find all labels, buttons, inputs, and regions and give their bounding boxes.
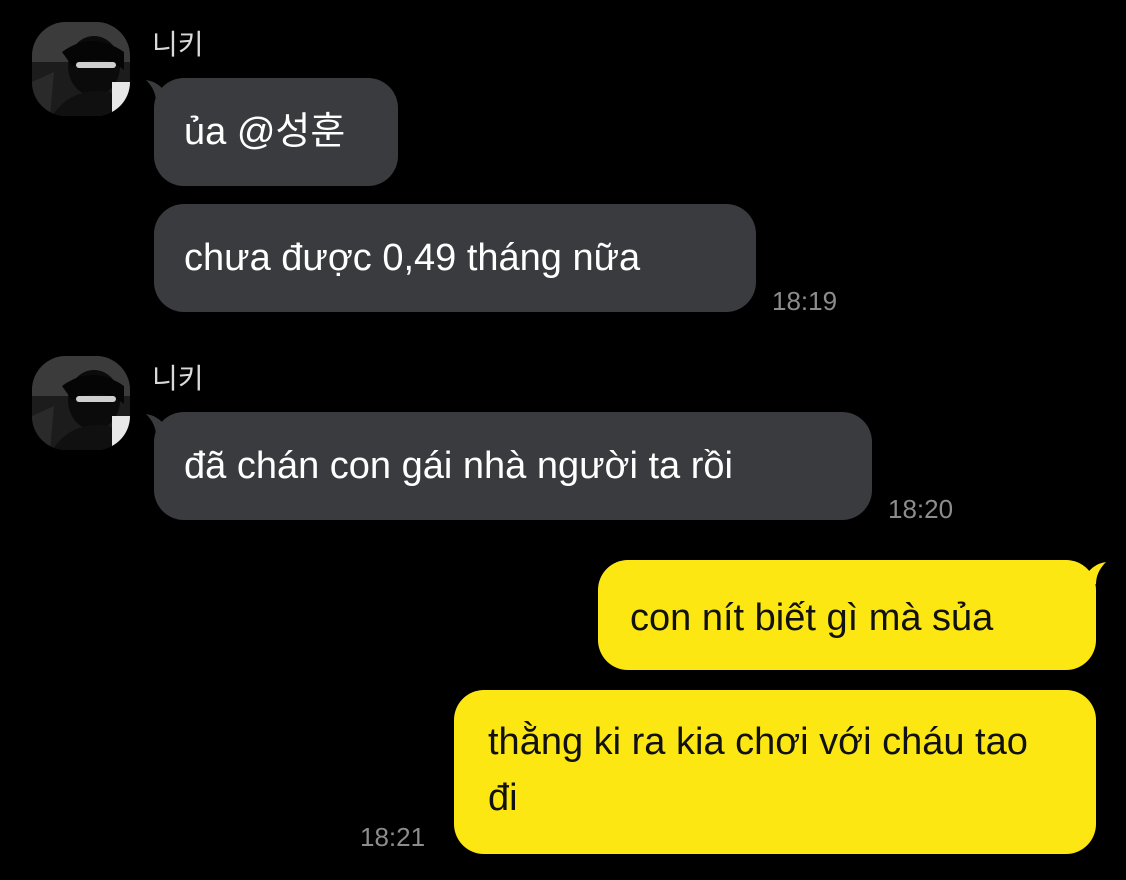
message-timestamp: 18:19 <box>772 286 838 316</box>
message-timestamp: 18:21 <box>360 822 426 852</box>
avatar[interactable] <box>32 22 130 116</box>
profile-photo-avatar <box>32 22 130 116</box>
message-bubble[interactable]: ủa @성훈 <box>154 78 398 186</box>
sender-name: 니키 <box>152 363 204 394</box>
sender-name: 니키 <box>152 29 204 60</box>
profile-photo-avatar <box>32 356 130 450</box>
message-bubble[interactable]: chưa được 0,49 tháng nữa <box>154 204 756 312</box>
message-timestamp: 18:20 <box>888 494 954 524</box>
avatar[interactable] <box>32 356 130 450</box>
message-bubble[interactable]: con nít biết gì mà sủa <box>598 560 1096 670</box>
message-bubble[interactable]: thằng ki ra kia chơi với cháu tao đi <box>454 690 1096 854</box>
message-bubble[interactable]: đã chán con gái nhà người ta rồi <box>154 412 872 520</box>
